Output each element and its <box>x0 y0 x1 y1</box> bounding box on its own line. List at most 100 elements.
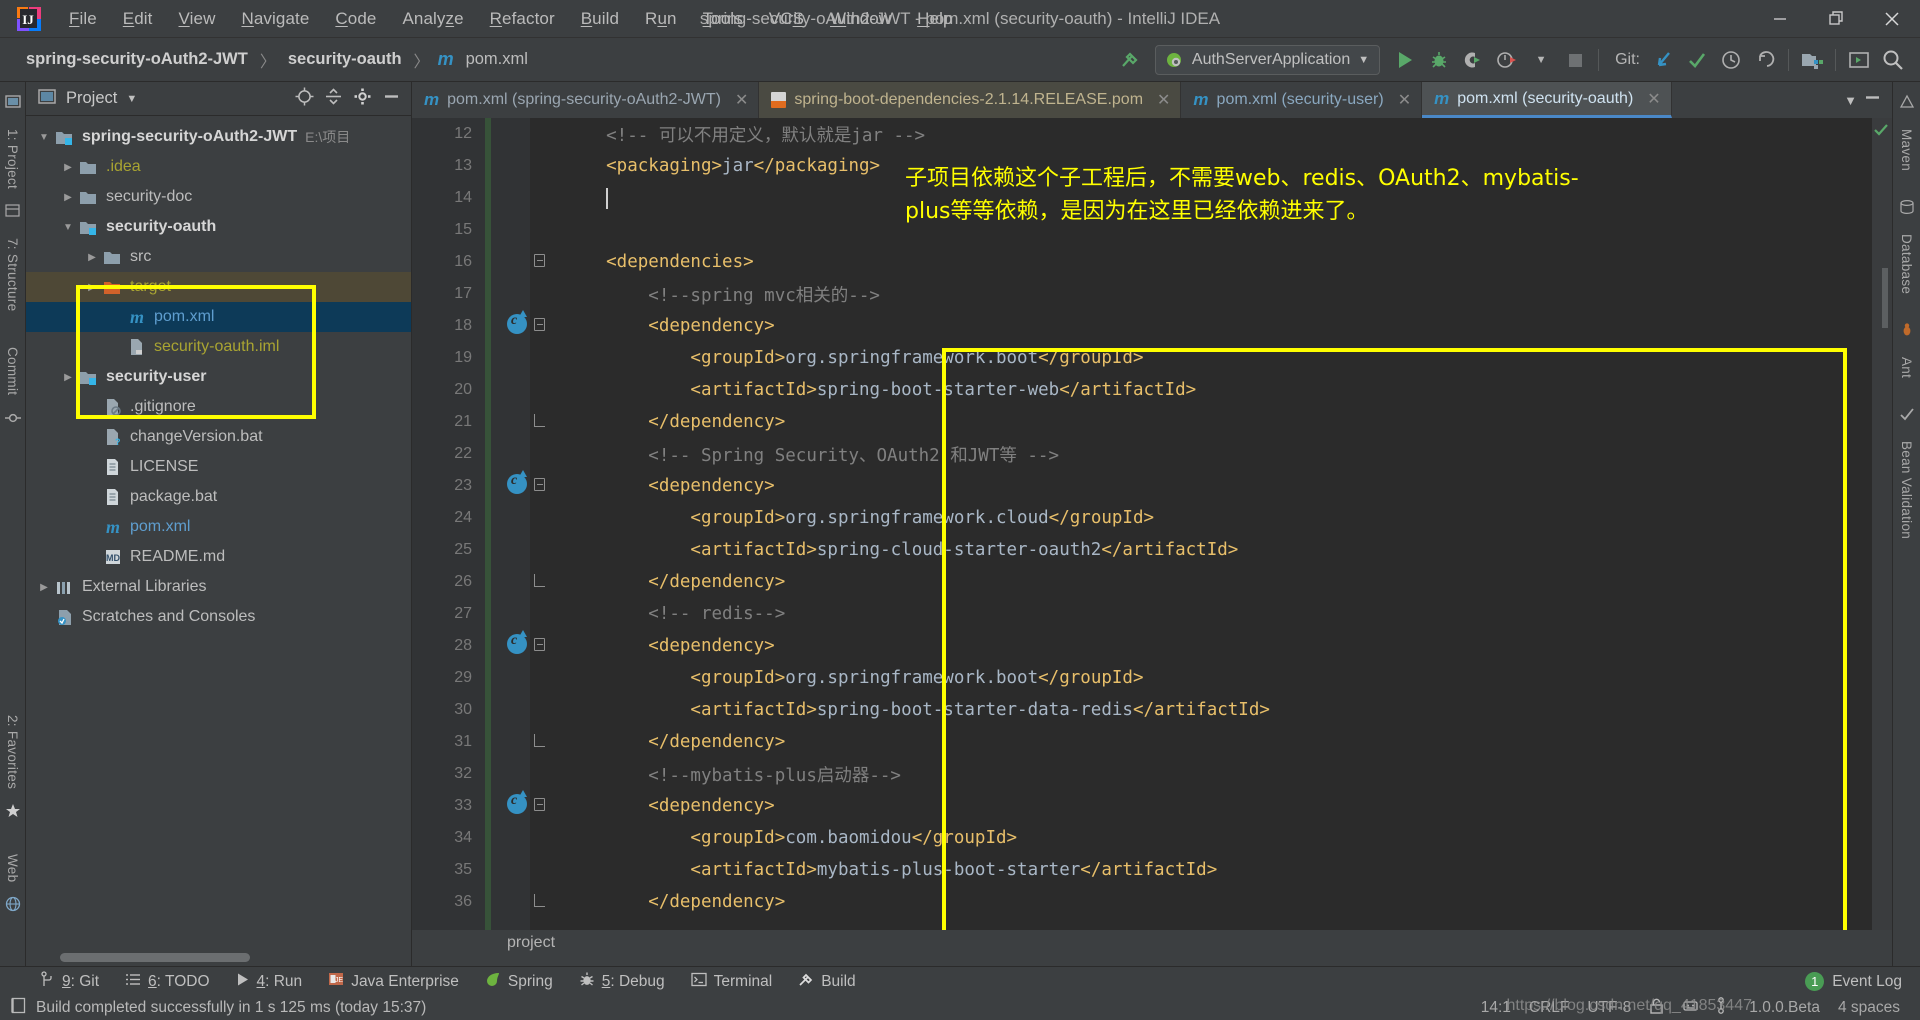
menu-view[interactable]: View <box>166 5 229 33</box>
menu-tools[interactable]: Tools <box>690 5 756 33</box>
run-icon[interactable] <box>1388 43 1422 77</box>
maven-stripe-icon[interactable] <box>1899 88 1915 121</box>
editor-tab[interactable]: m pom.xml (spring-security-oAuth2-JWT) ✕ <box>412 82 760 118</box>
menu-navigate[interactable]: Navigate <box>228 5 322 33</box>
git-history-icon[interactable] <box>1714 43 1748 77</box>
tree-item[interactable]: Scratches and Consoles <box>26 602 411 632</box>
code-line[interactable]: 30 <artifactId>spring-boot-starter-data-… <box>412 694 1892 726</box>
debug-icon[interactable] <box>1422 43 1456 77</box>
fold-collapse-icon[interactable] <box>534 318 545 334</box>
code-line[interactable]: 12 <!-- 可以不用定义，默认就是jar --> <box>412 118 1892 150</box>
chevron-down-icon[interactable]: ▼ <box>126 93 137 105</box>
sidebar-item-web[interactable]: Web <box>5 846 20 890</box>
sidebar-item-commit[interactable]: Commit <box>5 339 20 403</box>
sidebar-item-structure[interactable]: 7: Structure <box>5 230 20 319</box>
profiler-icon[interactable] <box>1490 43 1524 77</box>
status-message-area[interactable]: Build completed successfully in 1 s 125 … <box>10 997 426 1019</box>
editor-tab[interactable]: m pom.xml (security-user) ✕ <box>1181 82 1423 118</box>
tree-item[interactable]: ▼ security-oauth <box>26 212 411 242</box>
settings-gear-icon[interactable] <box>353 87 372 111</box>
restore-icon[interactable] <box>1808 0 1864 38</box>
breadcrumb-item-module[interactable]: security-oauth <box>284 48 406 71</box>
tree-item[interactable]: ? changeVersion.bat <box>26 422 411 452</box>
editor-breadcrumb[interactable]: project <box>412 930 1892 956</box>
chevron-down-icon[interactable]: ▼ <box>34 132 54 143</box>
project-stripe-icon[interactable] <box>4 88 21 121</box>
code-line[interactable]: 33 <dependency> <box>412 789 1892 822</box>
git-branch-name[interactable]: 1.0.0.Beta <box>1749 999 1820 1017</box>
sidebar-item-database[interactable]: Database <box>1899 226 1914 302</box>
code-line[interactable]: 34 <groupId>com.baomidou</groupId> <box>412 822 1892 854</box>
bean-validation-stripe-icon[interactable] <box>1899 400 1915 433</box>
tree-item[interactable]: security-oauth.iml <box>26 332 411 362</box>
code-line[interactable]: 32 <!--mybatis-plus启动器--> <box>412 758 1892 790</box>
sidebar-item-project[interactable]: 1: Project <box>5 121 20 197</box>
tool-window-button[interactable]: 9: Git <box>40 971 99 992</box>
error-stripe[interactable] <box>1872 118 1892 930</box>
git-update-project-icon[interactable] <box>1646 43 1680 77</box>
fold-collapse-icon[interactable] <box>534 478 545 494</box>
menu-build[interactable]: Build <box>568 5 632 33</box>
editor-tab-close-icon[interactable]: ✕ <box>1647 89 1660 109</box>
tree-item[interactable]: LICENSE <box>26 452 411 482</box>
hide-panel-icon[interactable] <box>1863 88 1882 112</box>
sidebar-item-favorites[interactable]: 2: Favorites <box>5 707 20 797</box>
tree-item[interactable]: MD README.md <box>26 542 411 572</box>
fold-collapse-icon[interactable] <box>534 798 545 814</box>
tree-item[interactable]: ▶ src <box>26 242 411 272</box>
tool-window-button[interactable]: Spring <box>485 971 553 992</box>
menu-window[interactable]: Window <box>817 5 904 33</box>
fold-collapse-icon[interactable] <box>534 638 545 654</box>
code-line[interactable]: 36 </dependency> <box>412 886 1892 918</box>
code-line[interactable]: 17 <!--spring mvc相关的--> <box>412 278 1892 310</box>
menu-file[interactable]: File <box>56 5 110 33</box>
code-line[interactable]: 35 <artifactId>mybatis-plus-boot-starter… <box>412 854 1892 886</box>
database-stripe-icon[interactable] <box>1899 193 1915 226</box>
breadcrumb-item-file[interactable]: pom.xml <box>462 48 532 71</box>
menu-analyze[interactable]: Analyze <box>389 5 476 33</box>
indent-setting[interactable]: 4 spaces <box>1838 999 1900 1017</box>
tree-item[interactable]: ▼ spring-security-oAuth2-JWT E:\项目 <box>26 122 411 152</box>
fold-collapse-icon[interactable] <box>534 254 545 270</box>
tree-item[interactable]: ▶ security-doc <box>26 182 411 212</box>
chevron-right-icon[interactable]: ▶ <box>58 372 78 383</box>
menu-help[interactable]: Help <box>904 5 965 33</box>
tool-window-button[interactable]: Build <box>798 971 856 992</box>
chevron-right-icon[interactable]: ▶ <box>82 282 102 293</box>
tree-item[interactable]: ▶ .idea <box>26 152 411 182</box>
code-line[interactable]: 16 <dependencies> <box>412 246 1892 278</box>
chevron-right-icon[interactable]: ▶ <box>58 162 78 173</box>
code-line[interactable]: 27 <!-- redis--> <box>412 598 1892 630</box>
sidebar-item-maven[interactable]: Maven <box>1899 121 1914 179</box>
run-with-coverage-icon[interactable] <box>1456 43 1490 77</box>
chevron-right-icon[interactable]: ▶ <box>34 582 54 593</box>
fold-region-end-icon[interactable] <box>534 734 545 750</box>
run-configuration-selector[interactable]: AuthServerApplication ▼ <box>1154 45 1381 75</box>
scrollbar-thumb[interactable] <box>1882 268 1888 328</box>
chevron-right-icon[interactable]: ▶ <box>82 252 102 263</box>
editor-tab-close-icon[interactable]: ✕ <box>1157 90 1170 110</box>
terminal-icon[interactable] <box>1842 43 1876 77</box>
tool-window-button[interactable]: 6: TODO <box>125 972 210 992</box>
commit-stripe-icon[interactable] <box>4 404 21 437</box>
tree-item[interactable]: .gitignore <box>26 392 411 422</box>
chevron-right-icon[interactable]: ▶ <box>58 192 78 203</box>
code-line[interactable]: 29 <groupId>org.springframework.boot</gr… <box>412 662 1892 694</box>
code-line[interactable]: 23 <dependency> <box>412 469 1892 502</box>
structure-stripe-icon[interactable] <box>4 197 21 230</box>
web-globe-icon[interactable] <box>5 890 21 923</box>
event-log-label[interactable]: Event Log <box>1832 973 1902 991</box>
sidebar-item-ant[interactable]: Ant <box>1899 349 1914 386</box>
tree-item[interactable]: m pom.xml <box>26 512 411 542</box>
tree-item[interactable]: ▶ target <box>26 272 411 302</box>
tree-item[interactable]: ▶ security-user <box>26 362 411 392</box>
stop-icon[interactable] <box>1558 43 1592 77</box>
editor-tab-close-icon[interactable]: ✕ <box>735 90 748 110</box>
code-line[interactable]: 25 <artifactId>spring-cloud-starter-oaut… <box>412 534 1892 566</box>
tool-window-button[interactable]: JE Java Enterprise <box>328 971 459 992</box>
code-content[interactable]: 12 <!-- 可以不用定义，默认就是jar --> 13 <packaging>… <box>412 118 1892 918</box>
menu-vcs[interactable]: VCS <box>756 5 817 33</box>
search-everywhere-icon[interactable] <box>1876 43 1910 77</box>
horizontal-scrollbar[interactable] <box>60 953 250 962</box>
favorites-star-icon[interactable] <box>5 797 21 830</box>
